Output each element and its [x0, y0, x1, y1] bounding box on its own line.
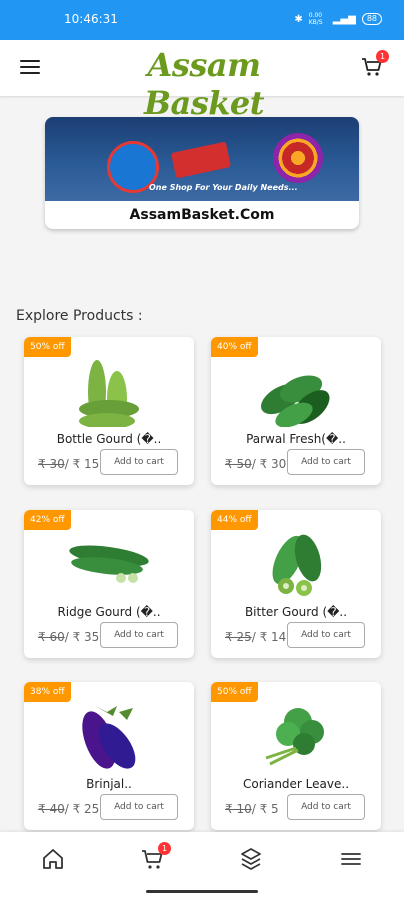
app-logo: Assam Basket — [143, 46, 265, 122]
bluetooth-icon: ✱ — [294, 13, 303, 25]
add-to-cart-button[interactable]: Add to cart — [100, 794, 178, 820]
product-name: Brinjal.. — [86, 777, 132, 791]
nav-cart[interactable]: 1 — [140, 842, 171, 874]
promo-banner[interactable]: One Shop For Your Daily Needs... AssamBa… — [45, 117, 359, 229]
cart-count-badge: 1 — [376, 50, 389, 63]
product-price: ₹ 30/ ₹ 15 — [38, 457, 99, 471]
bitter-gourd-image — [272, 534, 322, 596]
brinjal-image — [82, 706, 136, 769]
nav-cart-badge: 1 — [158, 842, 171, 855]
gesture-bar — [146, 890, 258, 893]
new-price: / ₹ 35 — [64, 630, 100, 644]
old-price: ₹ 40 — [38, 802, 65, 816]
bottle-gourd-image — [79, 360, 139, 427]
product-price: ₹ 25/ ₹ 14 — [225, 630, 286, 644]
add-to-cart-button[interactable]: Add to cart — [287, 794, 365, 820]
banner-tagline: One Shop For Your Daily Needs... — [149, 183, 298, 192]
product-name: Ridge Gourd (�.. — [57, 605, 161, 619]
banner-artwork: One Shop For Your Daily Needs... — [45, 117, 359, 201]
product-card[interactable]: 44% off Bitter Gourd (�.. ₹ 25/ ₹ 14 Add to… — [211, 510, 381, 658]
ridge-gourd-image — [69, 545, 149, 583]
product-name: Bottle Gourd (�.. — [56, 432, 162, 446]
new-price: / ₹ 15 — [64, 457, 100, 471]
product-card[interactable]: 50% off Bottle Gourd (�.. ₹ 30/ ₹ 15 Add to… — [24, 337, 194, 485]
section-title: Explore Products : — [16, 308, 143, 324]
add-to-cart-button[interactable]: Add to cart — [100, 449, 178, 475]
old-price: ₹ 60 — [38, 630, 65, 644]
product-name: Coriander Leave.. — [242, 777, 350, 791]
new-price: / ₹ 25 — [64, 802, 100, 816]
app-bar: Assam Basket 1 — [0, 40, 404, 122]
banner-discount-ribbon — [170, 141, 232, 179]
banner-site: AssamBasket.Com — [129, 207, 275, 223]
add-to-cart-button[interactable]: Add to cart — [287, 449, 365, 475]
product-price: ₹ 60/ ₹ 35 — [38, 630, 99, 644]
status-icons: ✱ 0.00 KB/S ▂▄▆ 88 — [294, 12, 382, 26]
product-price: ₹ 40/ ₹ 25 — [38, 802, 99, 816]
product-card[interactable]: 42% off Ridge Gourd (�.. ₹ 60/ ₹ 35 Add to … — [24, 510, 194, 658]
coriander-image — [265, 708, 324, 766]
battery-icon: 88 — [361, 13, 382, 25]
parwal-image — [261, 375, 330, 427]
nav-menu[interactable] — [338, 846, 368, 874]
add-to-cart-button[interactable]: Add to cart — [287, 622, 365, 648]
product-price: ₹ 50/ ₹ 30 — [225, 457, 286, 471]
product-price: ₹ 10/ ₹ 5 — [225, 802, 279, 816]
product-name: Parwal Fresh(�.. — [246, 432, 346, 446]
new-price: / ₹ 30 — [251, 457, 287, 471]
add-to-cart-button[interactable]: Add to cart — [100, 622, 178, 648]
product-name: Bitter Gourd (�.. — [244, 605, 348, 619]
old-price: ₹ 50 — [225, 457, 252, 471]
hamburger-menu-icon[interactable] — [20, 60, 40, 76]
nav-categories[interactable] — [238, 846, 268, 874]
layers-icon — [241, 848, 261, 870]
product-card[interactable]: 40% off Parwal Fresh(�.. ₹ 50/ ₹ 30 Add to … — [211, 337, 381, 485]
cart-button[interactable]: 1 — [360, 50, 389, 80]
signal-icon: ▂▄▆ — [332, 13, 356, 25]
new-price: / ₹ 14 — [251, 630, 287, 644]
net-speed: 0.00 KB/S — [308, 12, 323, 26]
status-time: 10:46:31 — [64, 12, 118, 26]
old-price: ₹ 25 — [225, 630, 252, 644]
old-price: ₹ 10 — [225, 802, 252, 816]
banner-rangoli — [273, 133, 323, 183]
status-bar: 10:46:31 ✱ 0.00 KB/S ▂▄▆ 88 — [0, 0, 404, 40]
new-price: / ₹ 5 — [251, 802, 279, 816]
product-card[interactable]: 50% off Coriander Leave.. ₹ 10/ ₹ 5 Add to … — [211, 682, 381, 830]
nav-home[interactable] — [40, 846, 70, 874]
old-price: ₹ 30 — [38, 457, 65, 471]
banner-footer: AssamBasket.Com — [45, 201, 359, 229]
home-icon — [43, 849, 63, 869]
product-card[interactable]: 38% off Brinjal.. ₹ 40/ ₹ 25 Add to cart — [24, 682, 194, 830]
menu-icon — [341, 853, 361, 865]
